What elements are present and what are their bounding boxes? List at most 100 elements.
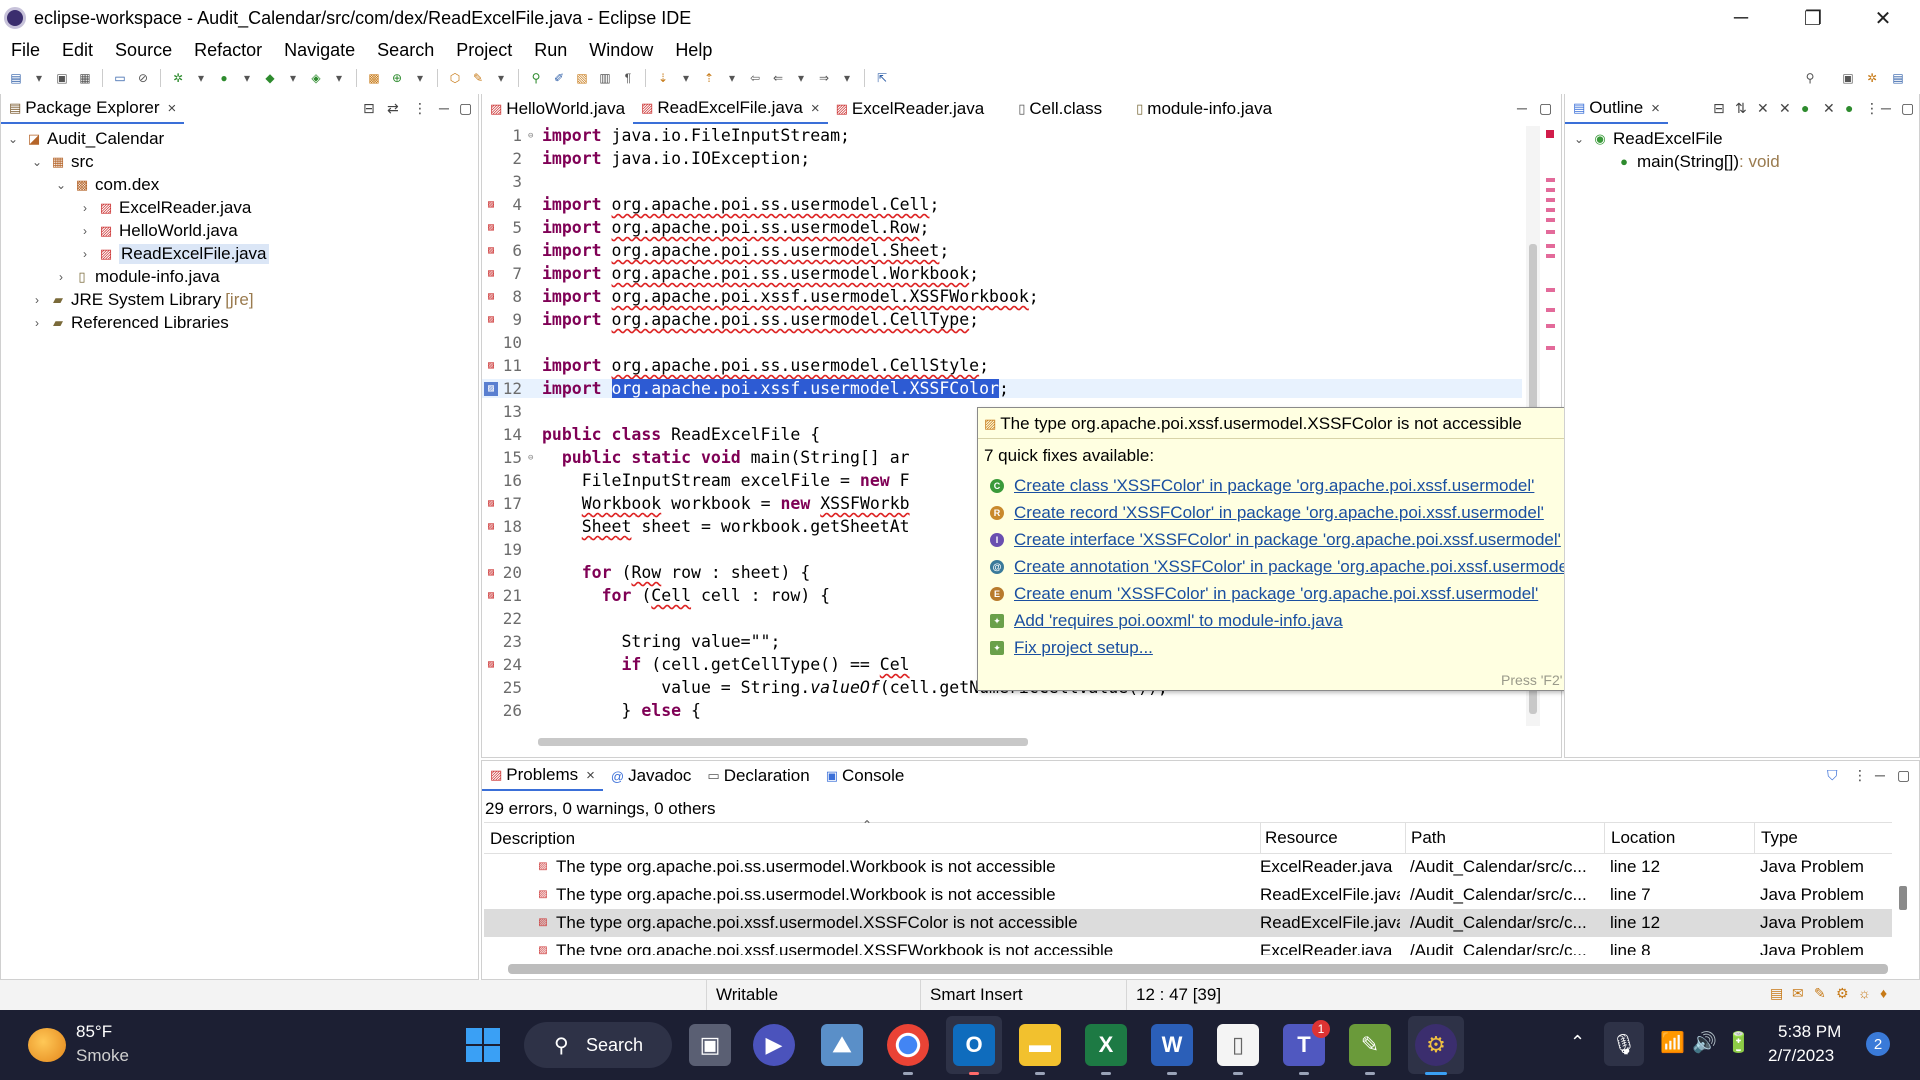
battery-icon[interactable]: 🔋 — [1726, 1030, 1751, 1055]
tab-package-explorer[interactable]: ▤ Package Explorer × — [1, 94, 185, 124]
outline-item-class[interactable]: ⌄ ◉ ReadExcelFile — [1571, 127, 1723, 150]
filter-icon[interactable]: ⛉ — [1827, 767, 1838, 784]
menu-window[interactable]: Window — [589, 40, 653, 61]
new-java-project-icon[interactable]: ▩ — [364, 69, 384, 87]
quick-fix-link[interactable]: Create interface 'XSSFColor' in package … — [1014, 530, 1561, 550]
tab-javadoc[interactable]: @ Javadoc — [603, 761, 700, 791]
toggle-breadcrumb-icon[interactable]: ⚲ — [526, 69, 546, 87]
menu-project[interactable]: Project — [456, 40, 512, 61]
new-icon[interactable]: ▤ — [6, 69, 26, 87]
table-row-selected[interactable]: ▨ The type org.apache.poi.xssf.usermodel… — [484, 909, 1892, 937]
close-icon[interactable]: × — [167, 100, 176, 117]
excel-icon[interactable]: X — [1085, 1024, 1127, 1066]
search-tool-icon[interactable]: ✎ — [468, 69, 488, 87]
overview-marker[interactable] — [1546, 244, 1555, 248]
tree-item-package[interactable]: ⌄ ▩ com.dex — [53, 173, 159, 196]
close-icon[interactable]: × — [811, 100, 820, 117]
status-task-icon[interactable]: ✉ — [1792, 985, 1804, 1002]
dropdown-icon[interactable]: ▾ — [191, 69, 211, 87]
outlook-icon[interactable]: O — [953, 1024, 995, 1066]
problems-vertical-scrollbar[interactable] — [1896, 856, 1910, 956]
problems-horizontal-scrollbar[interactable] — [508, 964, 1888, 974]
taskbar-search[interactable]: ⚲ Search — [524, 1022, 672, 1068]
close-button[interactable]: ✕ — [1850, 0, 1916, 36]
error-marker-icon[interactable]: ▨ — [484, 221, 498, 235]
tree-item-project[interactable]: ⌄ ◪ Audit_Calendar — [5, 127, 164, 150]
run-icon[interactable]: ● — [214, 69, 234, 87]
quick-fix-hover[interactable]: ▨ The type org.apache.poi.xssf.usermodel… — [977, 407, 1627, 691]
quick-fix-item[interactable]: R Create record 'XSSFColor' in package 'o… — [990, 501, 1544, 525]
tree-item-src[interactable]: ⌄ ▦ src — [29, 150, 94, 173]
clock-time[interactable]: 5:38 PM — [1778, 1022, 1841, 1042]
close-icon[interactable]: × — [1651, 100, 1660, 117]
column-type[interactable]: Type — [1754, 822, 1798, 854]
hide-nonpublic-icon[interactable]: ● — [1801, 100, 1809, 116]
chevron-down-icon[interactable]: ⌄ — [5, 132, 21, 146]
new-class-icon[interactable]: ⊕ — [387, 69, 407, 87]
chevron-right-icon[interactable]: › — [77, 247, 93, 261]
link-editor-icon[interactable]: ⇄ — [387, 100, 399, 117]
menu-help[interactable]: Help — [675, 40, 712, 61]
column-description[interactable]: Description — [490, 826, 575, 852]
weather-description[interactable]: Smoke — [76, 1046, 129, 1066]
scrollbar-thumb[interactable] — [1899, 886, 1907, 910]
tab-module-info[interactable]: ▯ module-info.java — [1128, 94, 1280, 124]
overview-marker[interactable] — [1546, 230, 1555, 234]
restore-button[interactable]: ❐ — [1780, 0, 1846, 36]
quick-fix-link[interactable]: Fix project setup... — [1014, 638, 1153, 658]
close-icon[interactable]: × — [586, 767, 595, 784]
dropdown-icon[interactable]: ▾ — [329, 69, 349, 87]
quick-fix-item[interactable]: I Create interface 'XSSFColor' in package… — [990, 528, 1561, 552]
link-editor-icon[interactable]: ● — [1845, 100, 1853, 116]
column-location[interactable]: Location — [1604, 822, 1675, 854]
show-whitespace-icon[interactable]: ¶ — [618, 69, 638, 87]
overview-marker[interactable] — [1546, 324, 1555, 328]
tab-excelreader[interactable]: ▨ ExcelReader.java — [828, 94, 993, 124]
chevron-down-icon[interactable]: ⌄ — [53, 178, 69, 192]
overview-marker[interactable] — [1546, 198, 1555, 202]
paint-icon[interactable]: ✎ — [1349, 1024, 1391, 1066]
overview-marker[interactable] — [1546, 218, 1555, 222]
quick-fix-item[interactable]: ✦ Fix project setup... — [990, 636, 1153, 660]
dropdown-icon[interactable]: ▾ — [837, 69, 857, 87]
collapse-all-icon[interactable]: ⊟ — [363, 100, 375, 117]
menu-file[interactable]: File — [11, 40, 40, 61]
dropdown-icon[interactable]: ▾ — [676, 69, 696, 87]
notification-center-badge[interactable]: 2 — [1866, 1032, 1890, 1056]
quick-fix-item[interactable]: ✦ Add 'requires poi.ooxml' to module-info… — [990, 609, 1343, 633]
status-progress-icon[interactable]: ▤ — [1770, 985, 1783, 1002]
tree-item-readexcelfile[interactable]: › ▨ ReadExcelFile.java — [77, 242, 269, 265]
debug-icon[interactable]: ✲ — [168, 69, 188, 87]
table-row[interactable]: ▨ The type org.apache.poi.ss.usermodel.W… — [484, 881, 1892, 909]
tab-problems[interactable]: ▨ Problems × — [482, 761, 603, 791]
tab-console[interactable]: ▣ Console — [818, 761, 913, 791]
quick-fix-item[interactable]: C Create class 'XSSFColor' in package 'or… — [990, 474, 1534, 498]
column-path[interactable]: Path — [1405, 822, 1446, 854]
task-view-icon[interactable]: ▣ — [689, 1024, 731, 1066]
maximize-view-icon[interactable]: ▢ — [1901, 100, 1914, 117]
quick-fix-item[interactable]: @ Create annotation 'XSSFColor' in packag… — [990, 555, 1575, 579]
microphone-muted-icon[interactable]: 🎙 — [1604, 1022, 1644, 1066]
chevron-down-icon[interactable]: ⌄ — [29, 155, 45, 169]
menu-refactor[interactable]: Refactor — [194, 40, 262, 61]
menu-navigate[interactable]: Navigate — [284, 40, 355, 61]
search-icon[interactable]: ⚲ — [1800, 69, 1820, 87]
view-menu-icon[interactable]: ⋮ — [413, 100, 427, 117]
dropdown-icon[interactable]: ▾ — [722, 69, 742, 87]
file-explorer-icon[interactable]: ▬ — [1019, 1024, 1061, 1066]
chevron-right-icon[interactable]: › — [77, 224, 93, 238]
weather-icon[interactable] — [28, 1028, 66, 1062]
menu-source[interactable]: Source — [115, 40, 172, 61]
error-marker-icon[interactable]: ▨ — [484, 267, 498, 281]
tab-declaration[interactable]: ▭ Declaration — [699, 761, 817, 791]
minimize-view-icon[interactable]: ─ — [1517, 100, 1527, 116]
chrome-icon[interactable] — [887, 1024, 929, 1066]
error-marker-icon[interactable]: ▨ — [484, 359, 498, 373]
tree-item-referenced-libraries[interactable]: › ▰ Referenced Libraries — [29, 311, 229, 334]
maximize-view-icon[interactable]: ▢ — [1539, 100, 1552, 117]
weather-temperature[interactable]: 85°F — [76, 1022, 112, 1042]
outline-item-method[interactable]: ● main(String[]) : void — [1611, 150, 1780, 173]
error-marker-icon[interactable]: ▨ — [484, 198, 498, 212]
hide-local-types-icon[interactable]: ✕ — [1823, 100, 1835, 117]
minimize-button[interactable]: ─ — [1708, 0, 1774, 36]
